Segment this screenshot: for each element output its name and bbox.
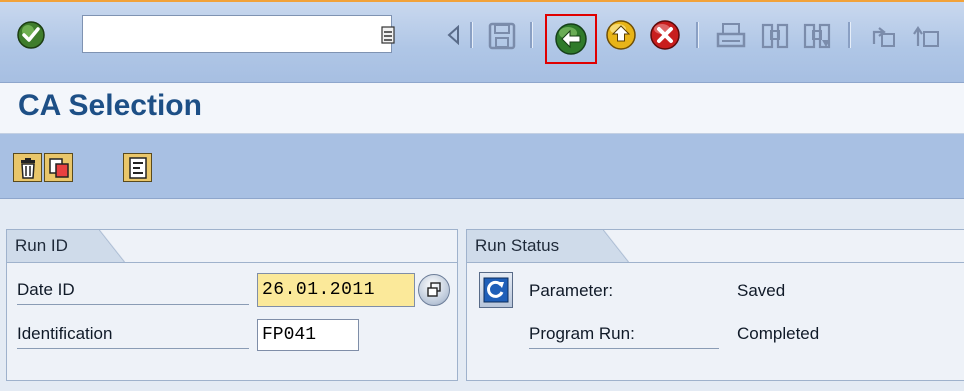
identification-field[interactable] bbox=[257, 319, 359, 351]
left-arrow-icon bbox=[447, 25, 459, 45]
toolbar-separator bbox=[848, 22, 851, 48]
group-divider bbox=[467, 262, 964, 263]
toolbar-separator bbox=[470, 22, 473, 48]
title-bar: CA Selection bbox=[0, 83, 964, 134]
calendar-picker-icon bbox=[427, 282, 441, 297]
log-button[interactable] bbox=[123, 153, 152, 182]
command-history-button[interactable] bbox=[380, 26, 396, 44]
exit-icon bbox=[606, 20, 636, 50]
application-toolbar bbox=[0, 134, 964, 199]
copy-icon bbox=[48, 157, 69, 178]
first-page-button[interactable] bbox=[866, 20, 900, 52]
run-id-group-title: Run ID bbox=[6, 229, 125, 263]
refresh-status-button[interactable] bbox=[479, 272, 513, 308]
run-status-group: Run Status Parameter: Saved Program Run:… bbox=[466, 229, 964, 381]
find-next-icon bbox=[803, 23, 831, 49]
date-picker-button[interactable] bbox=[418, 274, 450, 306]
program-run-label: Program Run: bbox=[529, 319, 719, 349]
collapse-command-button[interactable] bbox=[444, 24, 462, 46]
program-run-status-value: Completed bbox=[737, 324, 820, 343]
enter-icon bbox=[17, 21, 45, 49]
save-button[interactable] bbox=[486, 21, 518, 51]
system-toolbar bbox=[0, 0, 964, 83]
toolbar-separator bbox=[696, 22, 699, 48]
copy-button[interactable] bbox=[44, 153, 73, 182]
command-field[interactable] bbox=[82, 15, 392, 53]
previous-page-button[interactable] bbox=[910, 20, 944, 52]
history-icon bbox=[381, 26, 395, 44]
back-button[interactable] bbox=[545, 14, 597, 64]
previous-page-icon bbox=[913, 26, 939, 47]
group-divider bbox=[7, 262, 457, 263]
run-id-group: Run ID Date ID Identification bbox=[6, 229, 458, 381]
first-page-icon bbox=[872, 27, 895, 47]
exit-button[interactable] bbox=[604, 18, 638, 52]
back-icon bbox=[555, 23, 587, 55]
find-icon bbox=[761, 23, 789, 49]
find-button[interactable] bbox=[758, 20, 792, 52]
page-title: CA Selection bbox=[18, 89, 202, 122]
main-area: Run ID Date ID Identification Run Status… bbox=[0, 199, 964, 391]
save-icon bbox=[488, 22, 516, 50]
date-id-label: Date ID bbox=[17, 275, 249, 305]
enter-button[interactable] bbox=[16, 20, 46, 50]
cancel-icon bbox=[650, 20, 680, 50]
delete-icon bbox=[20, 157, 35, 179]
identification-label: Identification bbox=[17, 319, 249, 349]
refresh-icon bbox=[483, 277, 509, 303]
parameter-label: Parameter: bbox=[529, 281, 614, 300]
find-next-button[interactable] bbox=[800, 20, 834, 52]
log-icon bbox=[128, 156, 147, 179]
print-button[interactable] bbox=[714, 20, 748, 52]
date-id-field[interactable] bbox=[257, 273, 415, 307]
parameter-status-value: Saved bbox=[737, 281, 786, 300]
run-status-group-title: Run Status bbox=[466, 229, 629, 263]
print-icon bbox=[716, 23, 746, 48]
delete-button[interactable] bbox=[13, 153, 42, 182]
toolbar-separator bbox=[530, 22, 533, 48]
cancel-button[interactable] bbox=[648, 18, 682, 52]
